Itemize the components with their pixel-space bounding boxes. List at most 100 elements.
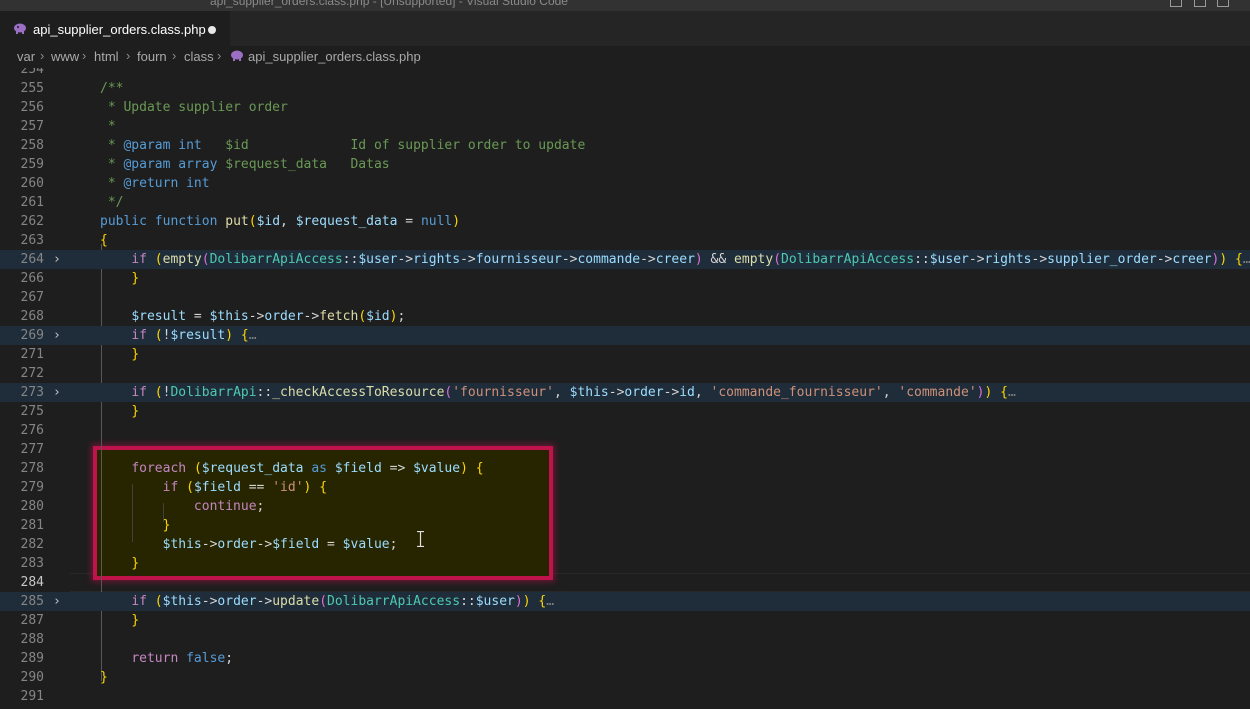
code-line[interactable]: 260 * @return int — [0, 174, 1250, 193]
code-line[interactable]: 259 * @param array $request_data Datas — [0, 155, 1250, 174]
fold-chevron-icon[interactable]: › — [53, 592, 61, 611]
code-line[interactable]: 267 — [0, 288, 1250, 307]
code-line[interactable]: 268 $result = $this->order->fetch($id); — [0, 307, 1250, 326]
line-number: 257 — [20, 119, 44, 134]
text-cursor-icon — [417, 530, 424, 548]
line-number: 277 — [20, 442, 44, 457]
code-line[interactable]: 273 › if (!DolibarrApi::_checkAccessToRes… — [0, 383, 1250, 402]
line-number: 254 — [20, 68, 44, 77]
code-line[interactable]: 290} — [0, 668, 1250, 687]
line-number: 266 — [20, 271, 44, 286]
layout-toggle-icon[interactable] — [1170, 0, 1182, 7]
line-number: 267 — [20, 290, 44, 305]
code-line[interactable]: 254 — [0, 68, 1250, 79]
code-line[interactable]: 266 } — [0, 269, 1250, 288]
line-number: 272 — [20, 366, 44, 381]
window-title: api_supplier_orders.class.php - [Unsuppo… — [210, 0, 568, 8]
line-number: 282 — [20, 537, 44, 552]
line-number: 264 — [20, 252, 44, 267]
code-text: foreach ($request_data as $field => $val… — [131, 461, 484, 476]
breadcrumb-item-html[interactable]: html — [94, 49, 119, 64]
fold-chevron-icon[interactable]: › — [53, 383, 61, 402]
line-number: 275 — [20, 404, 44, 419]
code-line[interactable]: 269 › if (!$result) {… — [0, 326, 1250, 345]
line-number: 260 — [20, 176, 44, 191]
code-line[interactable]: 287 } — [0, 611, 1250, 630]
line-number: 259 — [20, 157, 44, 172]
line-number: 280 — [20, 499, 44, 514]
code-line[interactable]: 272 — [0, 364, 1250, 383]
code-line[interactable]: 258 * @param int $id Id of supplier orde… — [0, 136, 1250, 155]
php-elephant-icon — [230, 49, 244, 64]
code-line[interactable]: 291 — [0, 687, 1250, 706]
line-number: 271 — [20, 347, 44, 362]
line-number: 276 — [20, 423, 44, 438]
chevron-right-icon: › — [126, 48, 131, 63]
line-number: 261 — [20, 195, 44, 210]
line-number: 281 — [20, 518, 44, 533]
breadcrumb: var › www › html › fourn › class › api_s… — [0, 46, 1250, 68]
code-line[interactable]: 288 — [0, 630, 1250, 649]
code-line[interactable]: 284 — [0, 573, 1250, 592]
code-text: continue; — [193, 499, 265, 514]
line-number: 256 — [20, 100, 44, 115]
breadcrumb-item-fourn[interactable]: fourn — [137, 49, 167, 64]
line-number: 291 — [20, 689, 44, 704]
code-line[interactable]: 277 — [0, 440, 1250, 459]
code-text: /** — [100, 81, 124, 96]
line-number: 279 — [20, 480, 44, 495]
code-line[interactable]: 285 › if ($this->order->update(DolibarrAp… — [0, 592, 1250, 611]
code-text: { — [100, 233, 108, 248]
line-number: 255 — [20, 81, 44, 96]
code-editor[interactable]: 254 255/** 256 * Update supplier order 257 … — [0, 68, 1250, 709]
code-line[interactable]: 255 /** — [0, 79, 1250, 98]
code-text: } — [131, 613, 140, 628]
code-text: } — [131, 404, 140, 419]
sidebar-toggle-icon[interactable] — [1217, 0, 1229, 7]
code-text: * @param int $id Id of supplier order to… — [100, 138, 586, 153]
breadcrumb-item-var[interactable]: var — [17, 49, 35, 64]
code-line[interactable]: 281 } — [0, 516, 1250, 535]
code-line[interactable]: 275 } — [0, 402, 1250, 421]
panel-toggle-icon[interactable] — [1194, 0, 1206, 7]
fold-chevron-icon[interactable]: › — [53, 250, 61, 269]
breadcrumb-item-www[interactable]: www — [51, 49, 79, 64]
code-text: * Update supplier order — [100, 100, 288, 115]
code-text: */ — [100, 195, 124, 210]
line-number: 269 — [20, 328, 44, 343]
code-line[interactable]: 257 * — [0, 117, 1250, 136]
code-line[interactable]: 276 — [0, 421, 1250, 440]
breadcrumb-item-file[interactable]: api_supplier_orders.class.php — [248, 49, 421, 64]
code-line[interactable]: 271 } — [0, 345, 1250, 364]
code-text: } — [100, 670, 108, 685]
code-text: if (!$result) {… — [131, 328, 257, 343]
code-line[interactable]: 261 */ — [0, 193, 1250, 212]
code-line[interactable]: 289 return false; — [0, 649, 1250, 668]
code-line[interactable]: 278 foreach ($request_data as $field => … — [0, 459, 1250, 478]
code-line[interactable]: 280 continue; — [0, 497, 1250, 516]
fold-chevron-icon[interactable]: › — [53, 326, 61, 345]
code-text: } — [162, 518, 171, 533]
chevron-right-icon: › — [217, 48, 222, 63]
code-text: if (!DolibarrApi::_checkAccessToResource… — [131, 385, 1016, 400]
code-line[interactable]: 264 › if (empty(DolibarrApiAccess::$user-… — [0, 250, 1250, 269]
code-line[interactable]: 256 * Update supplier order — [0, 98, 1250, 117]
code-line[interactable]: 283 } — [0, 554, 1250, 573]
chevron-right-icon: › — [172, 48, 177, 63]
line-number: 283 — [20, 556, 44, 571]
chevron-right-icon: › — [40, 48, 45, 63]
line-number: 287 — [20, 613, 44, 628]
line-number: 284 — [20, 575, 44, 590]
line-number: 262 — [20, 214, 44, 229]
line-number: 278 — [20, 461, 44, 476]
breadcrumb-item-class[interactable]: class — [184, 49, 214, 64]
code-text: $result = $this->order->fetch($id); — [131, 309, 406, 324]
editor-tab[interactable]: api_supplier_orders.class.php — [0, 11, 230, 46]
code-line[interactable]: 262 public function put($id, $request_dat… — [0, 212, 1250, 231]
code-text: * — [100, 119, 116, 134]
code-line[interactable]: 263 { — [0, 231, 1250, 250]
code-line[interactable]: 282 $this->order->$field = $value; — [0, 535, 1250, 554]
code-text: public function put($id, $request_data =… — [100, 214, 461, 229]
unsaved-dot-icon[interactable] — [208, 26, 216, 34]
code-line[interactable]: 279 if ($field == 'id') { — [0, 478, 1250, 497]
